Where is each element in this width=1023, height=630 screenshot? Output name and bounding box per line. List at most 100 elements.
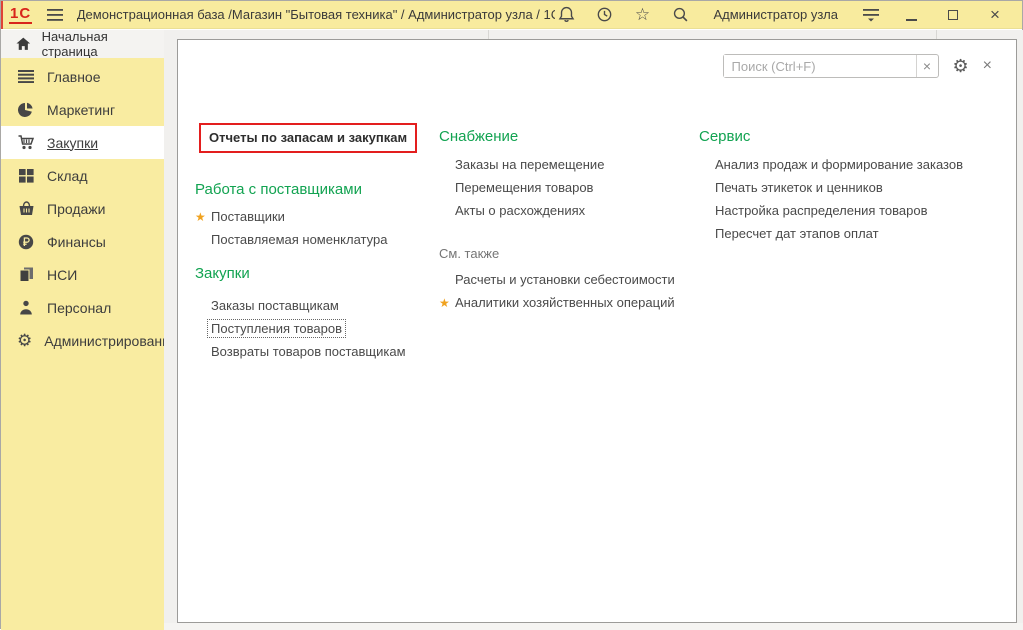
command-label: Печать этикеток и ценников	[715, 180, 883, 195]
favorite-star-icon: ★	[439, 296, 455, 310]
search-icon	[672, 6, 689, 23]
command-label: Возвраты товаров поставщикам	[211, 344, 406, 359]
1c-logo: 1С	[9, 6, 32, 24]
link-goods-receipts[interactable]: Поступления товаров	[195, 317, 433, 340]
command-label: Поставляемая номенклатура	[211, 232, 387, 247]
cart-icon	[17, 134, 35, 151]
sidebar-item-label: НСИ	[47, 267, 77, 283]
sidebar-item-purchases[interactable]: Закупки	[1, 126, 164, 159]
pie-chart-icon	[17, 101, 35, 118]
sidebar-item-finance[interactable]: Финансы	[1, 225, 164, 258]
link-cost-calculations[interactable]: Расчеты и установки себестоимости	[439, 268, 697, 291]
panel-column-3: Сервис Анализ продаж и формирование зака…	[699, 40, 999, 245]
sidebar-item-label: Маркетинг	[47, 102, 115, 118]
star-outline-icon: ☆	[635, 6, 650, 23]
sidebar-item-label: Финансы	[47, 234, 106, 250]
link-goods-distribution-settings[interactable]: Настройка распределения товаров	[699, 199, 999, 222]
menu-icon	[17, 68, 35, 85]
sidebar-item-label: Администрирование	[44, 333, 178, 349]
tab-divider	[936, 30, 937, 39]
service-menu-button[interactable]	[860, 4, 882, 26]
main-menu-button[interactable]	[46, 4, 65, 26]
basket-icon	[17, 200, 35, 217]
window-accent-edge	[1, 1, 3, 29]
command-label: Расчеты и установки себестоимости	[455, 272, 675, 287]
right-margin	[1017, 30, 1023, 630]
ruble-icon	[17, 233, 35, 250]
command-label: Заказы на перемещение	[455, 157, 604, 172]
link-supplied-nomenclature[interactable]: Поставляемая номенклатура	[195, 228, 433, 251]
command-label: Акты о расхождениях	[455, 203, 585, 218]
link-payment-dates-recalculation[interactable]: Пересчет дат этапов оплат	[699, 222, 999, 245]
sidebar-item-nsi[interactable]: НСИ	[1, 258, 164, 291]
person-icon	[17, 299, 35, 316]
sidebar-item-main[interactable]: Главное	[1, 60, 164, 93]
tab-divider	[488, 30, 489, 39]
command-label-focused: Поступления товаров	[207, 319, 346, 338]
sidebar-item-warehouse[interactable]: Склад	[1, 159, 164, 192]
section-title-supply: Снабжение	[439, 127, 697, 147]
panel-column-1: Отчеты по запасам и закупкам Работа с по…	[195, 40, 433, 363]
link-supplier-orders[interactable]: Заказы поставщикам	[195, 294, 433, 317]
minimize-icon	[906, 19, 917, 21]
panel-column-2: Снабжение Заказы на перемещение Перемеще…	[439, 40, 697, 314]
sidebar-item-label: Закупки	[47, 135, 98, 151]
link-suppliers[interactable]: ★ Поставщики	[195, 205, 433, 228]
link-goods-transfers[interactable]: Перемещения товаров	[439, 176, 697, 199]
tab-strip	[164, 30, 1023, 39]
command-label: Пересчет дат этапов оплат	[715, 226, 879, 241]
home-icon	[16, 37, 31, 51]
sidebar-item-marketing[interactable]: Маркетинг	[1, 93, 164, 126]
command-label: Настройка распределения товаров	[715, 203, 927, 218]
documents-icon	[17, 266, 35, 283]
home-page-label: Начальная страница	[42, 29, 164, 59]
close-window-button[interactable]: ×	[982, 4, 1008, 26]
section-title-suppliers-work: Работа с поставщиками	[195, 180, 433, 200]
link-business-operation-analytics[interactable]: ★ Аналитики хозяйственных операций	[439, 291, 697, 314]
bell-icon	[558, 6, 575, 23]
app-window: 1С Демонстрационная база /Магазин "Бытов…	[0, 0, 1023, 629]
sidebar-panel-gap	[164, 30, 177, 630]
history-clock-icon	[596, 6, 613, 23]
section-title-purchases: Закупки	[195, 264, 433, 284]
highlighted-command-reports[interactable]: Отчеты по запасам и закупкам	[199, 123, 417, 153]
title-bar: 1С Демонстрационная база /Магазин "Бытов…	[1, 1, 1022, 29]
link-transfer-orders[interactable]: Заказы на перемещение	[439, 153, 697, 176]
window-title: Демонстрационная база /Магазин "Бытовая …	[77, 7, 556, 22]
sidebar-item-label: Главное	[47, 69, 101, 85]
minimize-button[interactable]	[898, 4, 924, 26]
command-label: Заказы поставщикам	[211, 298, 339, 313]
command-label: Перемещения товаров	[455, 180, 593, 195]
close-icon: ×	[990, 6, 1000, 23]
sidebar-item-administration[interactable]: ⚙ Администрирование	[1, 324, 164, 357]
sidebar-item-label: Склад	[47, 168, 88, 184]
sidebar-item-label: Продажи	[47, 201, 105, 217]
current-user[interactable]: Администратор узла	[713, 7, 838, 22]
purchases-function-panel: × ⚙ × Отчеты по запасам и закупкам Работ…	[177, 39, 1017, 623]
maximize-icon	[948, 10, 958, 20]
service-menu-icon	[863, 8, 879, 22]
link-sales-analysis-order-forming[interactable]: Анализ продаж и формирование заказов	[699, 153, 999, 176]
sidebar-item-label: Персонал	[47, 300, 111, 316]
sidebar-item-personnel[interactable]: Персонал	[1, 291, 164, 324]
hamburger-icon	[47, 9, 63, 21]
link-label-price-tag-printing[interactable]: Печать этикеток и ценников	[699, 176, 999, 199]
command-label: Поставщики	[211, 209, 285, 224]
maximize-button[interactable]	[940, 4, 966, 26]
grid-icon	[17, 167, 35, 184]
sections-sidebar: Главное Маркетинг Закупки	[1, 58, 164, 630]
command-label: Аналитики хозяйственных операций	[455, 295, 675, 310]
global-search-button[interactable]	[669, 4, 691, 26]
command-label: Анализ продаж и формирование заказов	[715, 157, 963, 172]
link-discrepancy-acts[interactable]: Акты о расхождениях	[439, 199, 697, 222]
section-title-see-also: См. также	[439, 244, 697, 264]
link-goods-returns-to-suppliers[interactable]: Возвраты товаров поставщикам	[195, 340, 433, 363]
sidebar-item-sales[interactable]: Продажи	[1, 192, 164, 225]
gear-icon: ⚙	[17, 332, 32, 349]
home-page-tab[interactable]: Начальная страница	[1, 30, 164, 58]
section-title-service: Сервис	[699, 127, 999, 147]
favorite-star-icon: ★	[195, 210, 211, 224]
favorites-button[interactable]: ☆	[631, 4, 653, 26]
history-button[interactable]	[593, 4, 615, 26]
notifications-button[interactable]	[555, 4, 577, 26]
